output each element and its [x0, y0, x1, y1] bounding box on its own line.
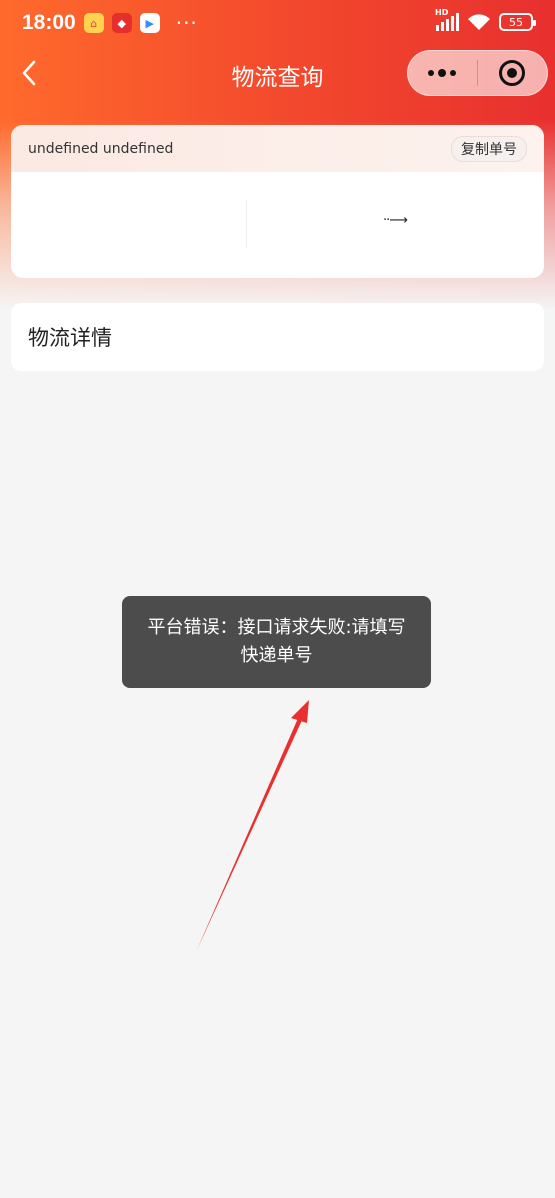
status-bar: 18:00 ⌂ ◆ ▶ ··· HD 55	[0, 0, 555, 46]
wifi-icon	[468, 14, 490, 30]
tracking-route: ··⟶	[11, 172, 544, 278]
close-mini-program-button[interactable]	[478, 51, 548, 95]
tracking-number: undefined undefined	[28, 140, 174, 157]
status-time: 18:00	[22, 11, 76, 34]
play-app-icon: ▶	[139, 13, 160, 33]
home-app-icon: ⌂	[83, 13, 104, 33]
copy-number-button[interactable]: 复制单号	[451, 135, 527, 162]
status-right: HD 55	[435, 8, 536, 31]
hd-label: HD	[435, 8, 449, 17]
red-app-icon: ◆	[111, 13, 132, 33]
error-toast: 平台错误：接口请求失败:请填写快递单号	[122, 596, 431, 688]
nav-bar: 物流查询	[0, 46, 555, 102]
mini-program-capsule	[407, 50, 548, 96]
logistics-detail-card: 物流详情	[11, 303, 544, 371]
signal-icon: HD	[435, 8, 459, 31]
logistics-detail-title: 物流详情	[28, 326, 112, 350]
battery-level: 55	[509, 15, 523, 29]
battery-icon: 55	[499, 13, 536, 31]
route-arrow-icon: ··⟶	[383, 213, 408, 228]
tracking-card: undefined undefined 复制单号 ··⟶	[11, 125, 544, 278]
target-icon	[499, 60, 526, 86]
tracking-header: undefined undefined 复制单号	[11, 125, 544, 172]
more-notifications-icon: ···	[175, 11, 198, 35]
more-options-button[interactable]	[408, 51, 477, 95]
route-divider	[246, 200, 247, 248]
